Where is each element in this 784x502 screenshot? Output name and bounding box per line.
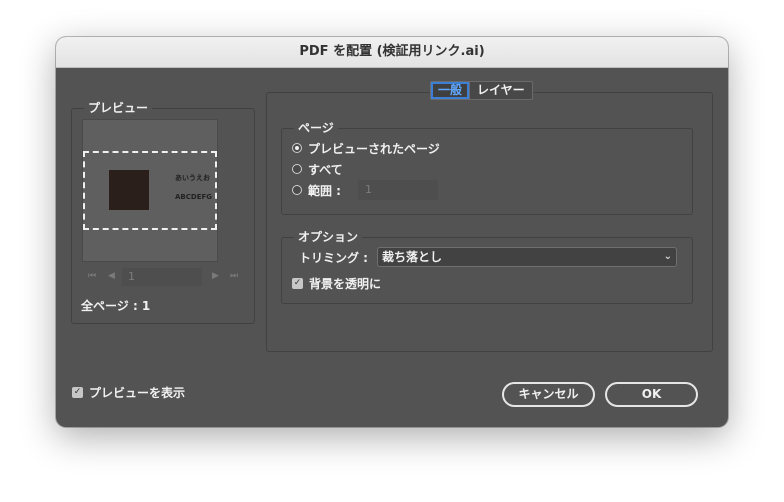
checkmark-icon[interactable]: ✓ bbox=[292, 277, 303, 289]
radio-previewed-page[interactable]: プレビューされたページ bbox=[292, 139, 440, 157]
tab-layers[interactable]: レイヤー bbox=[469, 82, 532, 99]
radio-range[interactable]: 範囲 : bbox=[292, 181, 341, 199]
radio-previewed-page-label: プレビューされたページ bbox=[308, 141, 440, 156]
transparent-bg-label: 背景を透明に bbox=[309, 276, 382, 291]
ok-button[interactable]: OK bbox=[605, 382, 698, 407]
first-page-icon[interactable]: ⏮ bbox=[88, 271, 96, 281]
page-navigator: ⏮ ◀ 1 ▶ ⏭ bbox=[82, 268, 242, 288]
next-page-icon[interactable]: ▶ bbox=[212, 271, 219, 281]
trimming-select[interactable]: 裁ち落とし ⌄ bbox=[377, 247, 677, 267]
cancel-button[interactable]: キャンセル bbox=[502, 382, 595, 407]
transparent-bg-checkbox[interactable]: ✓ 背景を透明に bbox=[292, 275, 381, 291]
radio-dot[interactable] bbox=[292, 185, 302, 195]
preview-thumbnail: あいうえお ABCDEFG bbox=[82, 119, 218, 262]
radio-range-label: 範囲 : bbox=[308, 183, 341, 198]
checkmark-icon[interactable]: ✓ bbox=[72, 386, 83, 398]
artwork-text-line2: ABCDEFG bbox=[175, 193, 213, 201]
page-number-field[interactable]: 1 bbox=[122, 268, 202, 286]
artwork-square bbox=[109, 170, 149, 210]
preview-legend: プレビュー bbox=[84, 100, 153, 116]
show-preview-label: プレビューを表示 bbox=[89, 385, 186, 400]
range-input[interactable]: 1 bbox=[358, 180, 438, 200]
options-legend: オプション bbox=[294, 229, 363, 245]
tab-bar: 一般 レイヤー bbox=[430, 81, 533, 100]
radio-dot[interactable] bbox=[292, 164, 302, 174]
radio-all-pages[interactable]: すべて bbox=[292, 160, 343, 178]
radio-dot-selected[interactable] bbox=[292, 143, 302, 153]
radio-all-pages-label: すべて bbox=[308, 162, 343, 177]
prev-page-icon[interactable]: ◀ bbox=[108, 271, 115, 281]
trimming-label: トリミング : bbox=[299, 251, 368, 265]
page-legend: ページ bbox=[294, 120, 338, 136]
show-preview-checkbox[interactable]: ✓ プレビューを表示 bbox=[72, 384, 185, 400]
last-page-icon[interactable]: ⏭ bbox=[230, 271, 238, 281]
trimming-value: 裁ち落とし bbox=[382, 250, 443, 264]
tab-general[interactable]: 一般 bbox=[431, 82, 470, 99]
total-pages-label: 全ページ : 1 bbox=[81, 299, 151, 313]
artboard-bounds: あいうえお ABCDEFG bbox=[83, 151, 217, 230]
chevron-down-icon: ⌄ bbox=[663, 251, 672, 262]
dialog-title: PDF を配置 (検証用リンク.ai) bbox=[56, 37, 728, 68]
artwork-text-line1: あいうえお bbox=[175, 174, 210, 182]
place-pdf-dialog: PDF を配置 (検証用リンク.ai) プレビュー あいうえお ABCDEFG … bbox=[56, 37, 728, 427]
